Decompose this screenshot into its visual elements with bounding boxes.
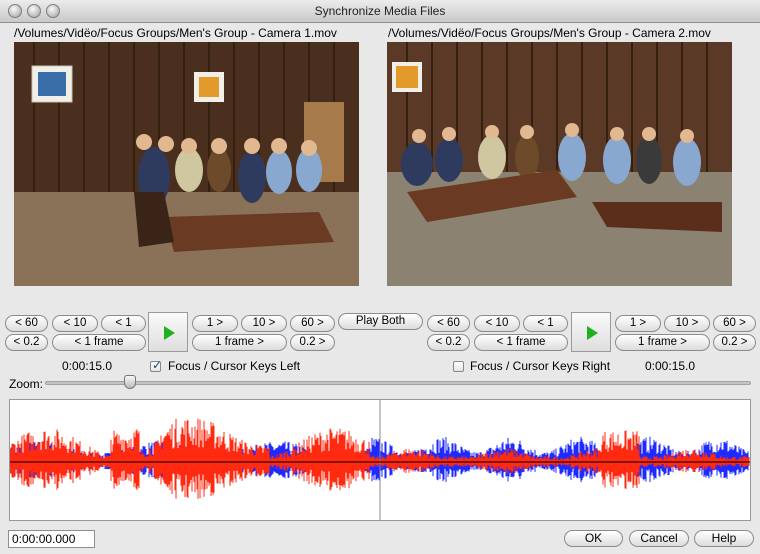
- right-time-readout: 0:00:15.0: [645, 359, 696, 373]
- window-title: Synchronize Media Files: [314, 4, 446, 18]
- ok-button[interactable]: OK: [564, 530, 623, 547]
- left-fwd-10-button[interactable]: 10 >: [241, 315, 287, 332]
- timestamp-field[interactable]: 0:00:00.000: [8, 530, 95, 548]
- left-file-path: /Volumes/Vidëo/Focus Groups/Men's Group …: [14, 26, 337, 40]
- left-focus-checkbox[interactable]: ✓: [150, 358, 163, 372]
- play-both-button[interactable]: Play Both: [338, 313, 423, 330]
- left-play-button[interactable]: [148, 312, 188, 352]
- left-fwd-frame-button[interactable]: 1 frame >: [192, 334, 287, 351]
- right-focus-label: Focus / Cursor Keys Right: [470, 359, 611, 373]
- help-button[interactable]: Help: [694, 530, 754, 547]
- zoom-label: Zoom:: [9, 377, 44, 391]
- cancel-button[interactable]: Cancel: [629, 530, 689, 547]
- right-fwd-0.2-button[interactable]: 0.2 >: [713, 334, 756, 351]
- checkmark-icon: ✓: [152, 358, 163, 372]
- left-back-1-button[interactable]: < 1: [101, 315, 146, 332]
- left-back-10-button[interactable]: < 10: [52, 315, 98, 332]
- right-video-preview: [387, 42, 732, 286]
- right-fwd-10-button[interactable]: 10 >: [664, 315, 710, 332]
- play-icon: [587, 326, 598, 340]
- left-fwd-1-button[interactable]: 1 >: [192, 315, 238, 332]
- title-bar: Synchronize Media Files: [0, 0, 760, 23]
- right-back-0.2-button[interactable]: < 0.2: [427, 334, 470, 351]
- zoom-slider-track[interactable]: [45, 381, 751, 385]
- left-back-60-button[interactable]: < 60: [5, 315, 48, 332]
- right-back-10-button[interactable]: < 10: [474, 315, 520, 332]
- left-time-readout: 0:00:15.0: [62, 359, 113, 373]
- right-back-frame-button[interactable]: < 1 frame: [474, 334, 568, 351]
- right-fwd-60-button[interactable]: 60 >: [713, 315, 756, 332]
- right-fwd-frame-button[interactable]: 1 frame >: [615, 334, 710, 351]
- left-back-0.2-button[interactable]: < 0.2: [5, 334, 48, 351]
- right-focus-checkbox[interactable]: [453, 361, 464, 372]
- waveform-graphic: [9, 400, 750, 520]
- left-back-frame-button[interactable]: < 1 frame: [52, 334, 146, 351]
- right-back-60-button[interactable]: < 60: [427, 315, 470, 332]
- left-video-preview: [14, 42, 359, 286]
- play-icon: [164, 326, 175, 340]
- right-fwd-1-button[interactable]: 1 >: [615, 315, 661, 332]
- left-fwd-0.2-button[interactable]: 0.2 >: [290, 334, 335, 351]
- right-back-1-button[interactable]: < 1: [523, 315, 568, 332]
- waveform-view[interactable]: [9, 399, 751, 521]
- right-play-button[interactable]: [571, 312, 611, 352]
- left-focus-label: Focus / Cursor Keys Left: [168, 359, 301, 373]
- left-fwd-60-button[interactable]: 60 >: [290, 315, 335, 332]
- zoom-slider-thumb[interactable]: [123, 375, 136, 389]
- right-file-path: /Volumes/Vidëo/Focus Groups/Men's Group …: [388, 26, 711, 40]
